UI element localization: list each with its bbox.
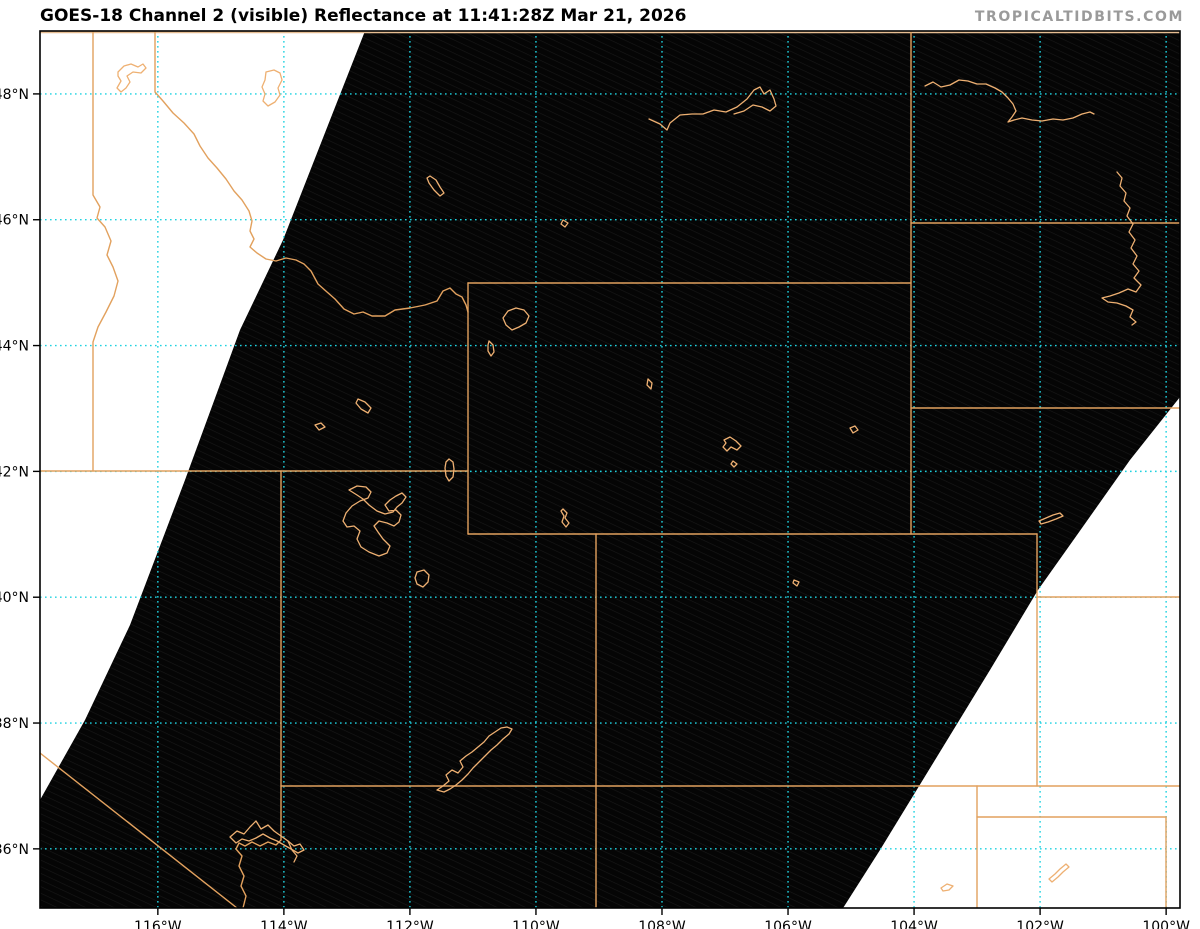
axis-label-lat-38N: 38°N <box>0 716 29 732</box>
satellite-image-page: GOES-18 Channel 2 (visible) Reflectance … <box>0 0 1200 929</box>
axis-label-lon-106W: 106°W <box>764 919 812 929</box>
axis-label-lon-100W: 100°W <box>1142 919 1190 929</box>
axis-label-lon-110W: 110°W <box>512 919 560 929</box>
axis-label-lon-112W: 112°W <box>386 919 434 929</box>
axis-label-lon-102W: 102°W <box>1016 919 1064 929</box>
axis-label-lat-40N: 40°N <box>0 590 29 606</box>
axis-label-lat-36N: 36°N <box>0 842 29 858</box>
axis-label-lon-108W: 108°W <box>638 919 686 929</box>
axis-label-lon-114W: 114°W <box>260 919 308 929</box>
swath-layer <box>40 31 1180 908</box>
axis-label-lat-44N: 44°N <box>0 339 29 355</box>
axis-label-lat-48N: 48°N <box>0 87 29 103</box>
satellite-map: 116°W 114°W 112°W 110°W 108°W 106°W 104°W 102°W… <box>0 30 1190 929</box>
axis-label-lon-104W: 104°W <box>890 919 938 929</box>
axis-label-lat-46N: 46°N <box>0 213 29 229</box>
axis-label-lat-42N: 42°N <box>0 464 29 480</box>
axis-label-lon-116W: 116°W <box>134 919 182 929</box>
